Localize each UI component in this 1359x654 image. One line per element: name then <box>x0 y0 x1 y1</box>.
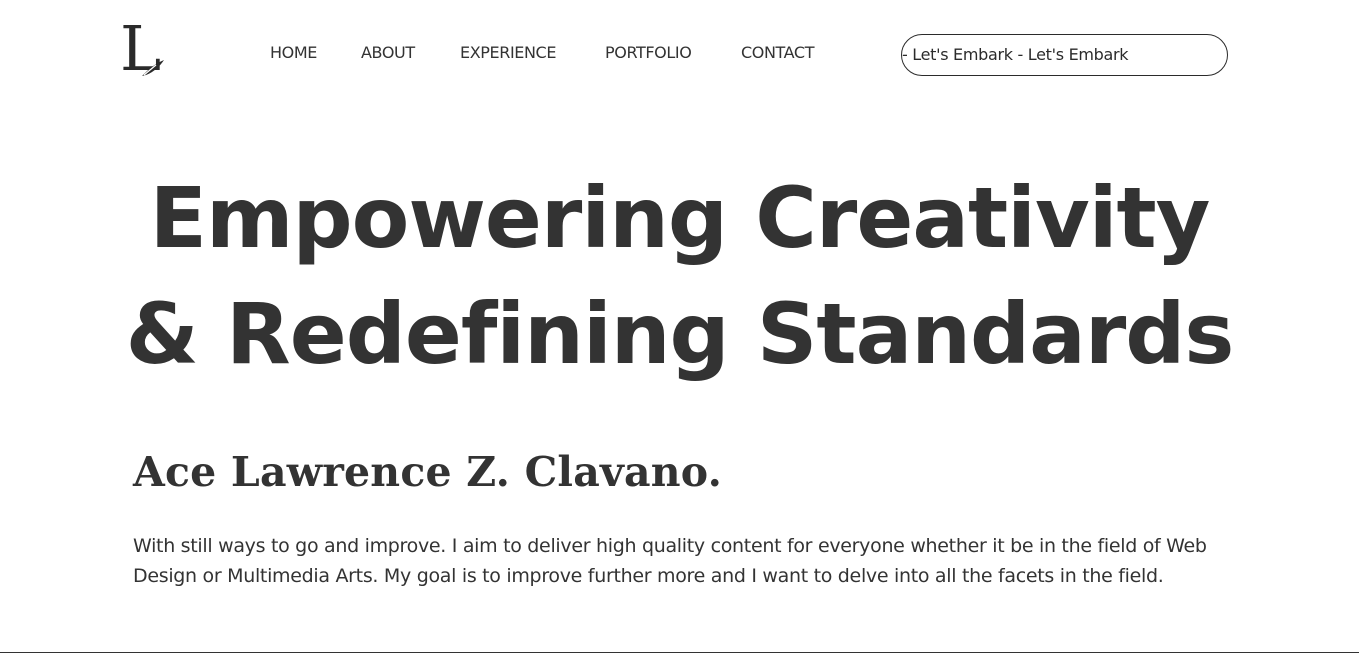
page: L HOME ABOUT EXPERIENCE PORTFOLIO CONTAC… <box>0 0 1359 654</box>
author-name: Ace Lawrence Z. Clavano. <box>133 448 723 496</box>
nav-about[interactable]: ABOUT <box>361 43 415 63</box>
site-logo[interactable]: L <box>118 18 170 82</box>
bio-paragraph: With still ways to go and improve. I aim… <box>133 535 1207 587</box>
marquee-text: rk - Let's Embark - Let's Embark <box>901 45 1129 64</box>
nav-experience[interactable]: EXPERIENCE <box>460 43 556 63</box>
nav-portfolio[interactable]: PORTFOLIO <box>605 43 692 63</box>
section-divider <box>0 652 1359 653</box>
hero-title-line-1: Empowering Creativity <box>149 169 1211 267</box>
nav-contact[interactable]: CONTACT <box>741 43 814 63</box>
hero-title: Empowering Creativity & Redefining Stand… <box>0 160 1359 392</box>
quill-pen-icon <box>142 60 164 76</box>
hero-title-line-2: & Redefining Standards <box>125 285 1235 383</box>
lets-embark-button[interactable]: rk - Let's Embark - Let's Embark <box>901 34 1228 76</box>
nav-home[interactable]: HOME <box>270 43 317 63</box>
